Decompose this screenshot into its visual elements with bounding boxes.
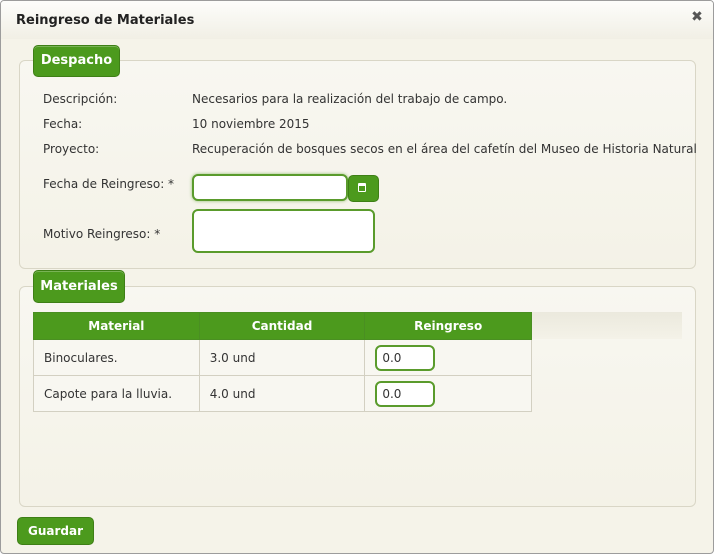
- reingreso-input[interactable]: [375, 380, 436, 407]
- table-row: Binoculares. 3.0 und: [33, 339, 532, 376]
- close-icon[interactable]: ✖: [689, 9, 705, 25]
- fecha-value: 10 noviembre 2015: [192, 117, 310, 131]
- calendar-button[interactable]: [348, 175, 379, 202]
- fecha-reingreso-input[interactable]: [192, 174, 348, 201]
- proyecto-value: Recuperación de bosques secos en el área…: [192, 142, 697, 156]
- descripcion-value: Necesarios para la realización del traba…: [192, 92, 508, 106]
- column-material: Material: [33, 312, 200, 340]
- dialog-title: Reingreso de Materiales: [16, 13, 195, 28]
- motivo-reingreso-textarea[interactable]: [192, 209, 375, 253]
- reingreso-input[interactable]: [375, 344, 436, 371]
- cantidad-cell: 3.0 und: [198, 339, 366, 376]
- materiales-table: Material Cantidad Reingreso Binoculares.…: [33, 312, 532, 412]
- column-cantidad: Cantidad: [198, 312, 366, 340]
- table-header-row: Material Cantidad Reingreso: [33, 312, 532, 340]
- table-header-extension: [532, 312, 682, 339]
- reingreso-cell: [364, 375, 532, 412]
- material-cell: Capote para la lluvia.: [33, 375, 200, 412]
- dialog-titlebar: Reingreso de Materiales ✖: [1, 1, 713, 39]
- motivo-label: Motivo Reingreso: *: [43, 227, 161, 241]
- reingreso-dialog: Reingreso de Materiales ✖ Despacho Descr…: [0, 0, 714, 554]
- despacho-legend: Despacho: [33, 45, 120, 77]
- table-row: Capote para la lluvia. 4.0 und: [33, 375, 532, 412]
- cantidad-cell: 4.0 und: [198, 375, 366, 412]
- column-reingreso: Reingreso: [364, 312, 532, 340]
- fecha-reingreso-label: Fecha de Reingreso: *: [43, 177, 175, 191]
- proyecto-label: Proyecto:: [43, 142, 100, 156]
- descripcion-label: Descripción:: [43, 92, 118, 106]
- materiales-legend: Materiales: [33, 270, 125, 303]
- calendar-icon: [358, 183, 366, 192]
- material-cell: Binoculares.: [33, 339, 200, 376]
- reingreso-cell: [364, 339, 532, 376]
- guardar-button[interactable]: Guardar: [17, 517, 94, 545]
- fecha-label: Fecha:: [43, 117, 83, 131]
